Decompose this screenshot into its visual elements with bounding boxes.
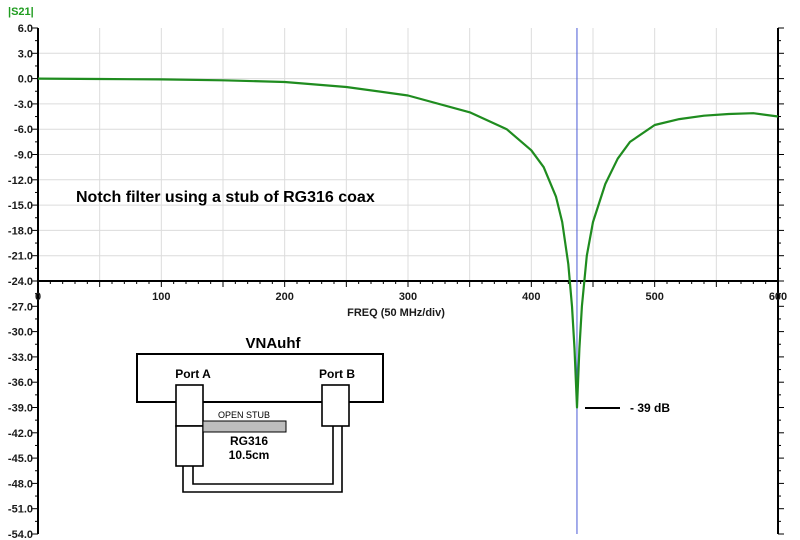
y-axis-label: |S21| — [8, 6, 34, 18]
y-tick-label: 3.0 — [18, 48, 33, 60]
y-tick-label: -6.0 — [14, 124, 33, 136]
vna-device-label: VNAuhf — [246, 335, 302, 352]
x-tick-label: 0 — [35, 291, 41, 303]
x-tick-label: 200 — [275, 291, 293, 303]
y-tick-label: -18.0 — [8, 225, 33, 237]
y-tick-label: -33.0 — [8, 352, 33, 364]
x-tick-label: 600 — [769, 291, 787, 303]
y-tick-label: -12.0 — [8, 175, 33, 187]
x-axis-label: FREQ (50 MHz/div) — [347, 307, 445, 319]
open-stub-label: OPEN STUB — [218, 410, 270, 420]
y-tick-label: 6.0 — [18, 23, 33, 35]
y-tick-label: -9.0 — [14, 150, 33, 162]
chart-annotation-title: Notch filter using a stub of RG316 coax — [76, 189, 375, 206]
y-tick-label: -36.0 — [8, 377, 33, 389]
open-stub-coax — [202, 420, 287, 433]
port-a-label: Port A — [175, 367, 211, 381]
y-tick-label: -54.0 — [8, 529, 33, 540]
port-a-connector — [175, 384, 204, 427]
y-tick-label: -39.0 — [8, 403, 33, 415]
y-tick-label: -48.0 — [8, 478, 33, 490]
cable-length-label: 10.5cm — [229, 448, 270, 462]
y-tick-label: -45.0 — [8, 453, 33, 465]
y-tick-label: -24.0 — [8, 276, 33, 288]
tee-connector — [175, 425, 204, 467]
y-tick-label: -21.0 — [8, 251, 33, 263]
y-tick-label: 0.0 — [18, 74, 33, 86]
y-tick-label: -27.0 — [8, 301, 33, 313]
y-tick-label: -3.0 — [14, 99, 33, 111]
y-tick-label: -42.0 — [8, 428, 33, 440]
x-tick-label: 400 — [522, 291, 540, 303]
grid — [38, 28, 778, 282]
y-tick-label: -15.0 — [8, 200, 33, 212]
x-tick-label: 300 — [399, 291, 417, 303]
chart: 6.0 3.0 0.0 -3.0 -6.0 -9.0 -12.0 -15.0 -18.0 -21.… — [8, 6, 787, 540]
x-tick-label: 500 — [645, 291, 663, 303]
x-tick-label: 100 — [152, 291, 170, 303]
y-tick-labels: 6.0 3.0 0.0 -3.0 -6.0 -9.0 -12.0 -15.0 -18.0 -21.… — [8, 23, 33, 540]
port-b-connector — [321, 384, 350, 427]
y-tick-label: -51.0 — [8, 504, 33, 516]
y-tick-label: -30.0 — [8, 327, 33, 339]
min-callout-label: - 39 dB — [630, 401, 670, 415]
vna-connection-diagram: VNAuhf Port A Port B OPEN STUB RG316 10.… — [136, 335, 384, 493]
cable-type-label: RG316 — [230, 434, 268, 448]
x-tick-labels: 0 100 200 300 400 500 600 — [35, 291, 787, 303]
port-b-label: Port B — [319, 367, 355, 381]
